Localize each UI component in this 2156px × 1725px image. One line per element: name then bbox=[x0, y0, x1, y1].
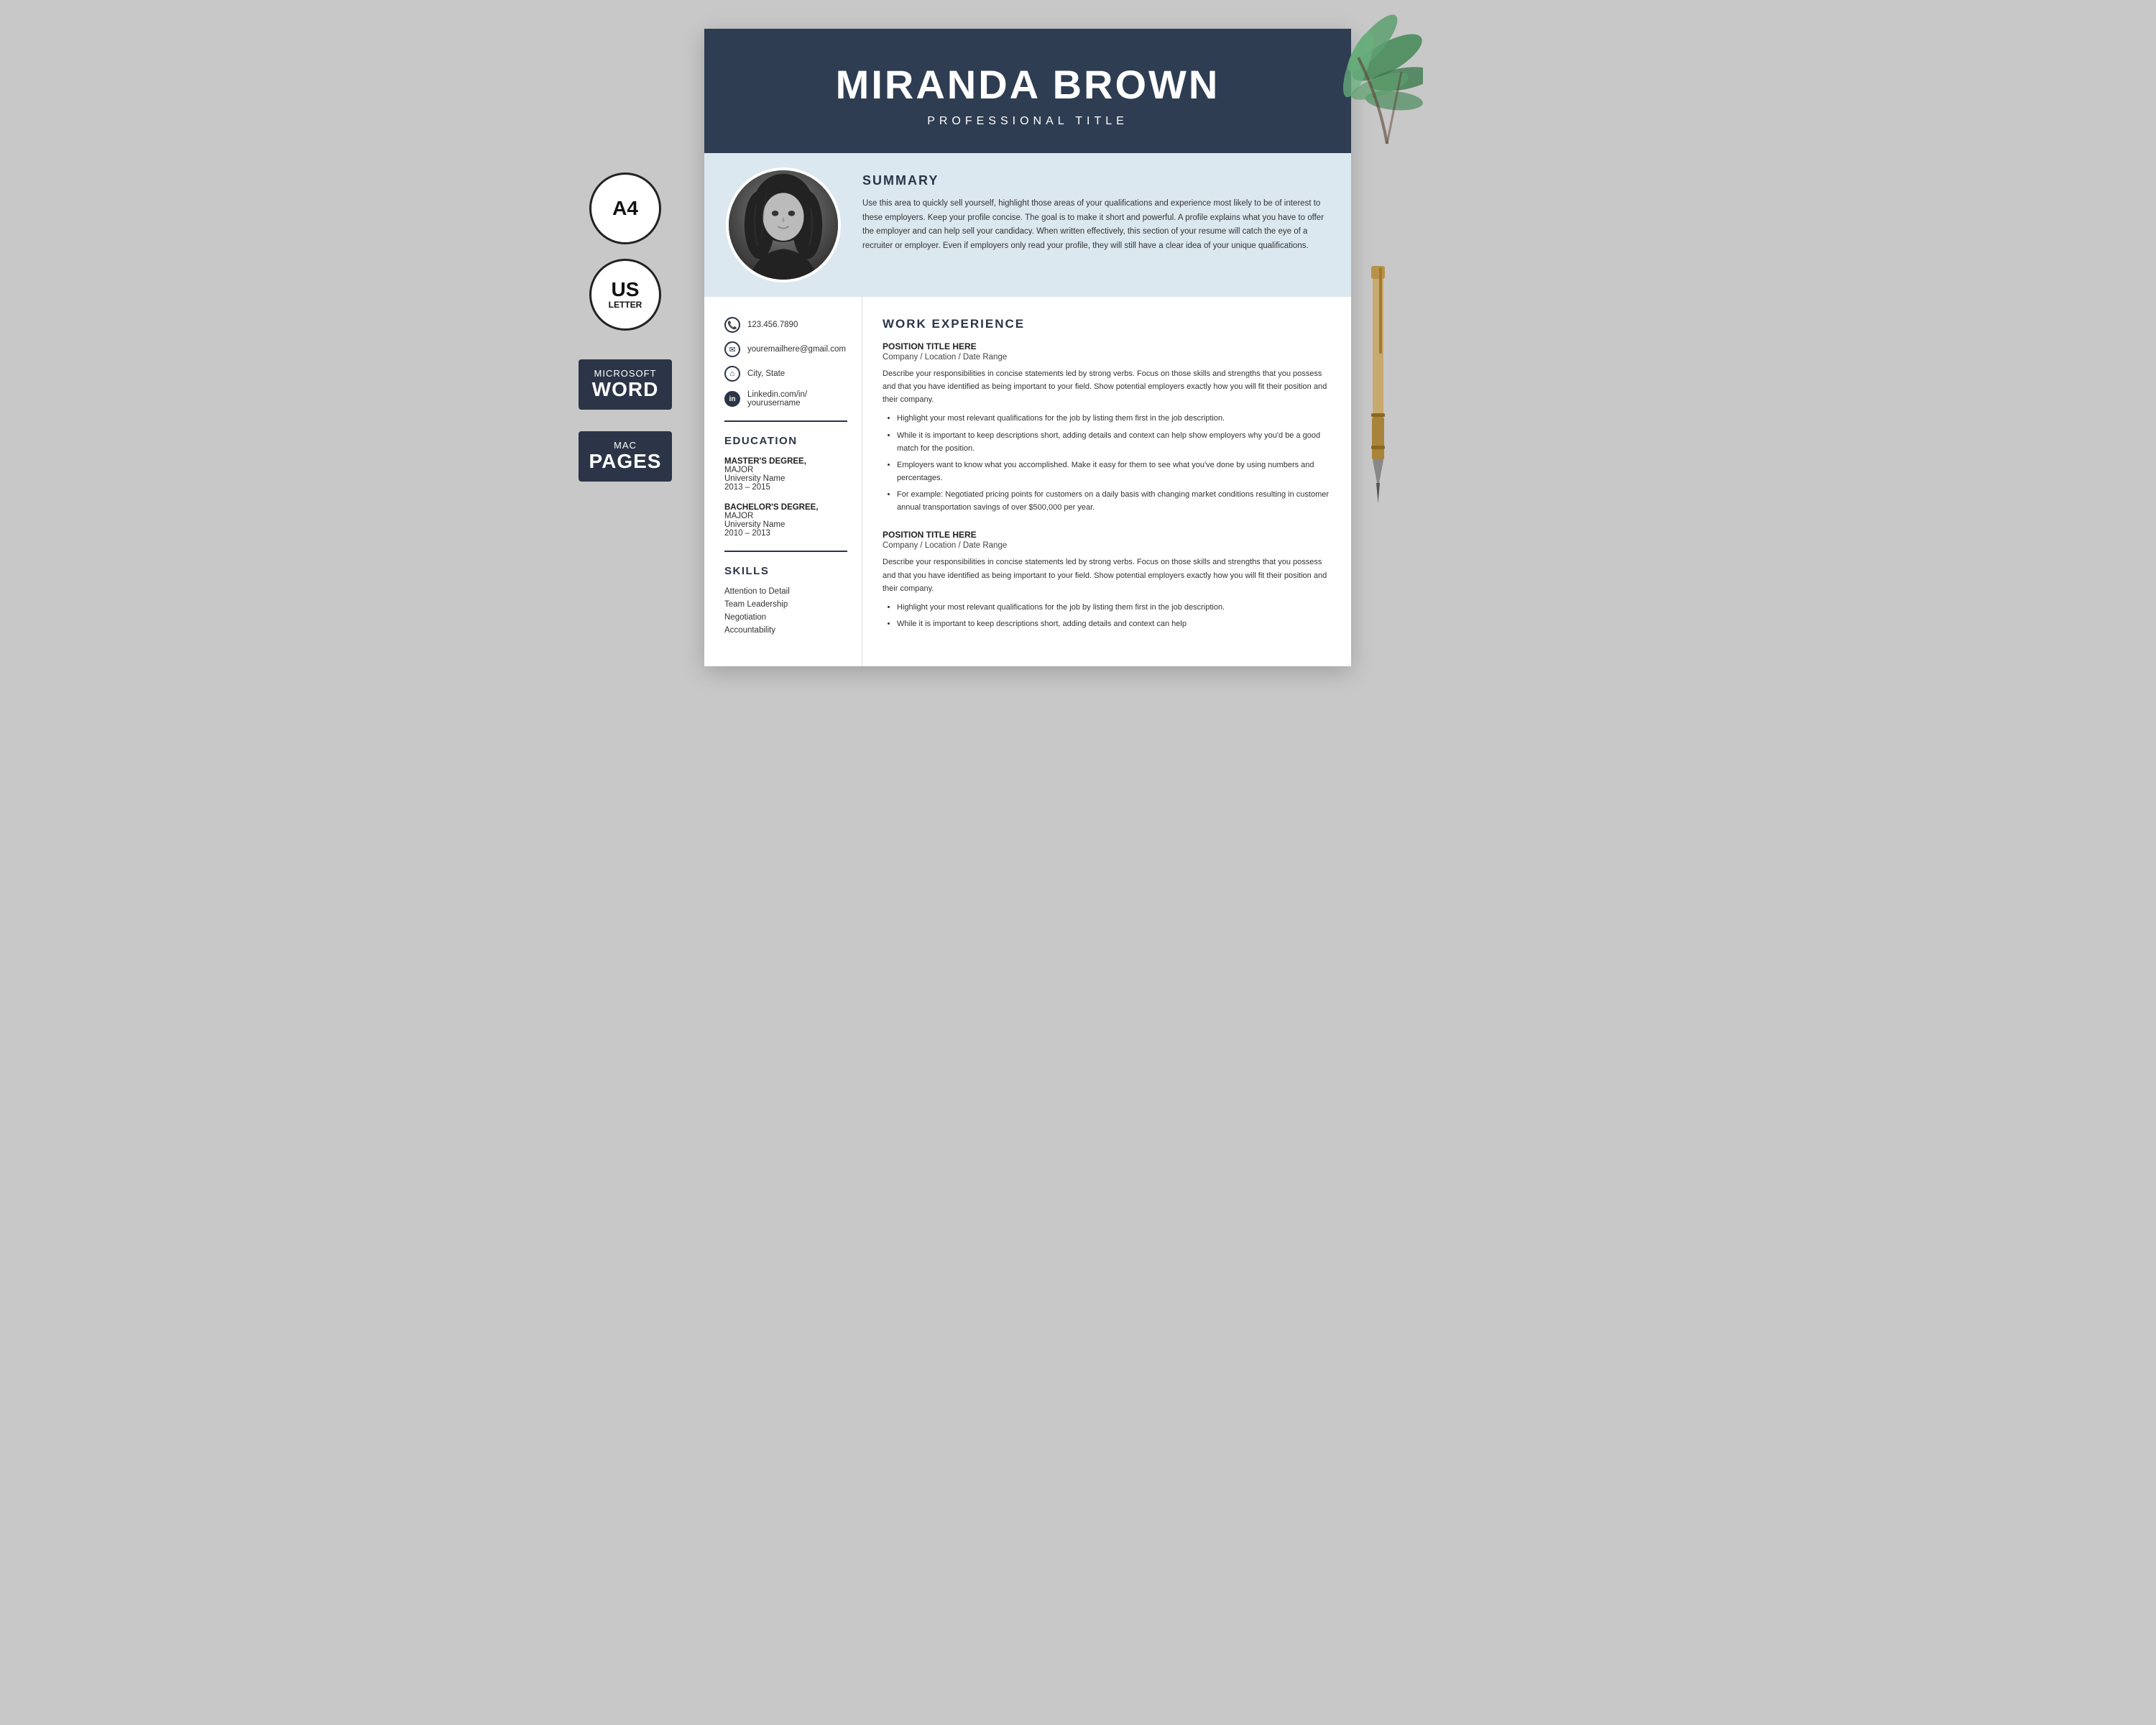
skill-item-2: Negotiation bbox=[724, 613, 847, 622]
edu-entry-masters: MASTER'S DEGREE, MAJOR University Name 2… bbox=[724, 457, 847, 492]
skill-item-3: Accountability bbox=[724, 626, 847, 635]
contact-email: ✉ youremailhere@gmail.com bbox=[724, 341, 847, 357]
edu-masters-degree: MASTER'S DEGREE, bbox=[724, 457, 847, 466]
us-letter-badge: US LETTER bbox=[589, 259, 661, 331]
bullet-0-1: While it is important to keep descriptio… bbox=[897, 429, 1331, 455]
job-sub-1: Company / Location / Date Range bbox=[883, 541, 1331, 550]
edu-masters-major: MAJOR bbox=[724, 466, 847, 474]
job-bullets-0: Highlight your most relevant qualificati… bbox=[883, 412, 1331, 514]
bullet-0-3: For example: Negotiated pricing points f… bbox=[897, 488, 1331, 514]
contact-phone: 📞 123.456.7890 bbox=[724, 317, 847, 333]
email-icon: ✉ bbox=[724, 341, 740, 357]
job-desc-0: Describe your responsibilities in concis… bbox=[883, 367, 1331, 406]
us-letter-sub: LETTER bbox=[609, 300, 642, 310]
work-experience-title: WORK EXPERIENCE bbox=[883, 317, 1331, 331]
education-section-title: EDUCATION bbox=[724, 435, 847, 447]
divider-skills bbox=[724, 551, 847, 552]
job-bullets-1: Highlight your most relevant qualificati… bbox=[883, 601, 1331, 630]
divider-education bbox=[724, 420, 847, 422]
mac-pages-badge: MAC PAGES bbox=[579, 431, 672, 482]
right-column: WORK EXPERIENCE POSITION TITLE HERE Comp… bbox=[862, 297, 1351, 666]
edu-bachelors-years: 2010 – 2013 bbox=[724, 529, 847, 538]
bullet-1-1: While it is important to keep descriptio… bbox=[897, 617, 1331, 630]
pen-decoration bbox=[1362, 259, 1394, 503]
bullet-0-0: Highlight your most relevant qualificati… bbox=[897, 412, 1331, 425]
edu-bachelors-school: University Name bbox=[724, 520, 847, 529]
word-badge-top: MICROSOFT bbox=[586, 368, 665, 379]
candidate-name: MIRANDA BROWN bbox=[733, 65, 1322, 105]
email-text: youremailhere@gmail.com bbox=[747, 345, 846, 354]
resume-header: MIRANDA BROWN PROFESSIONAL TITLE bbox=[704, 29, 1351, 153]
edu-masters-school: University Name bbox=[724, 474, 847, 483]
photo-placeholder bbox=[729, 170, 838, 280]
pages-badge-bot: PAGES bbox=[586, 451, 665, 473]
word-badge-bot: WORD bbox=[586, 379, 665, 401]
summary-section-title: SUMMARY bbox=[862, 173, 1330, 188]
edu-entry-bachelors: BACHELOR'S DEGREE, MAJOR University Name… bbox=[724, 503, 847, 538]
job-sub-0: Company / Location / Date Range bbox=[883, 353, 1331, 362]
location-text: City, State bbox=[747, 369, 785, 378]
left-sidebar: A4 US LETTER MICROSOFT WORD MAC PAGES bbox=[575, 29, 676, 666]
edu-bachelors-major: MAJOR bbox=[724, 512, 847, 520]
linkedin-icon: in bbox=[724, 391, 740, 407]
phone-icon: 📞 bbox=[724, 317, 740, 333]
edu-masters-years: 2013 – 2015 bbox=[724, 483, 847, 492]
skill-item-0: Attention to Detail bbox=[724, 587, 847, 596]
a4-badge-label: A4 bbox=[612, 198, 638, 218]
bullet-1-0: Highlight your most relevant qualificati… bbox=[897, 601, 1331, 614]
job-entry-1: POSITION TITLE HERE Company / Location /… bbox=[883, 530, 1331, 630]
pages-badge-top: MAC bbox=[586, 440, 665, 451]
job-desc-1: Describe your responsibilities in concis… bbox=[883, 556, 1331, 594]
resume-body: 📞 123.456.7890 ✉ youremailhere@gmail.com… bbox=[704, 297, 1351, 666]
skills-section-title: SKILLS bbox=[724, 565, 847, 577]
left-column: 📞 123.456.7890 ✉ youremailhere@gmail.com… bbox=[704, 297, 862, 666]
summary-section: SUMMARY Use this area to quickly sell yo… bbox=[704, 153, 1351, 297]
contact-linkedin: in Linkedin.com/in/ yourusername bbox=[724, 390, 847, 408]
job-entry-0: POSITION TITLE HERE Company / Location /… bbox=[883, 341, 1331, 514]
contact-location: ⌂ City, State bbox=[724, 366, 847, 382]
linkedin-text: Linkedin.com/in/ yourusername bbox=[747, 390, 847, 408]
bullet-0-2: Employers want to know what you accompli… bbox=[897, 459, 1331, 484]
summary-text: Use this area to quickly sell yourself, … bbox=[862, 197, 1330, 253]
job-title-0: POSITION TITLE HERE bbox=[883, 341, 1331, 351]
microsoft-word-badge: MICROSOFT WORD bbox=[579, 359, 672, 410]
profile-photo bbox=[726, 167, 841, 282]
skill-item-1: Team Leadership bbox=[724, 600, 847, 609]
us-letter-main: US bbox=[612, 280, 640, 300]
phone-text: 123.456.7890 bbox=[747, 321, 798, 329]
job-title-1: POSITION TITLE HERE bbox=[883, 530, 1331, 540]
a4-badge: A4 bbox=[589, 172, 661, 244]
edu-bachelors-degree: BACHELOR'S DEGREE, bbox=[724, 503, 847, 512]
location-icon: ⌂ bbox=[724, 366, 740, 382]
resume-document: MIRANDA BROWN PROFESSIONAL TITLE bbox=[704, 29, 1351, 666]
professional-title: PROFESSIONAL TITLE bbox=[733, 115, 1322, 128]
